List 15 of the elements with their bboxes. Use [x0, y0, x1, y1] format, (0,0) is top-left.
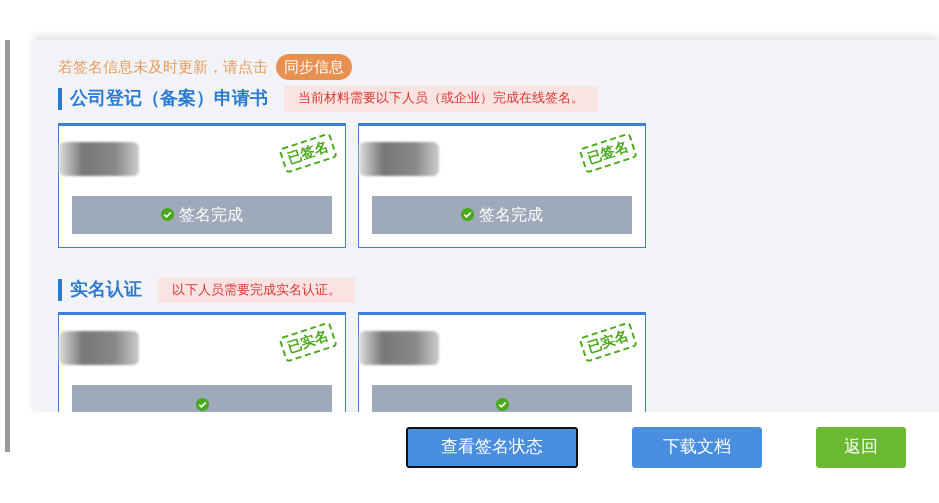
sync-hint: 若签名信息未及时更新，请点击: [58, 56, 268, 78]
section-notice: 以下人员需要完成实名认证。: [158, 278, 355, 303]
status-label: 签名完成: [179, 204, 243, 226]
completion-stamp: 已实名: [278, 321, 338, 363]
status-label: 签名完成: [479, 204, 543, 226]
sync-info-button[interactable]: 同步信息: [276, 54, 352, 80]
action-button[interactable]: 查看签名状态: [406, 427, 578, 468]
section-title: 实名认证: [58, 279, 142, 302]
completion-stamp: 已实名: [578, 321, 638, 363]
action-button[interactable]: 返回: [816, 427, 906, 468]
action-button[interactable]: 下载文档: [632, 427, 762, 468]
completion-stamp: 已签名: [578, 132, 638, 174]
section-notice: 当前材料需要以下人员（或企业）完成在线签名。: [284, 86, 598, 112]
completion-stamp: 已签名: [278, 132, 338, 174]
section-title: 公司登记（备案）申请书: [58, 88, 268, 110]
